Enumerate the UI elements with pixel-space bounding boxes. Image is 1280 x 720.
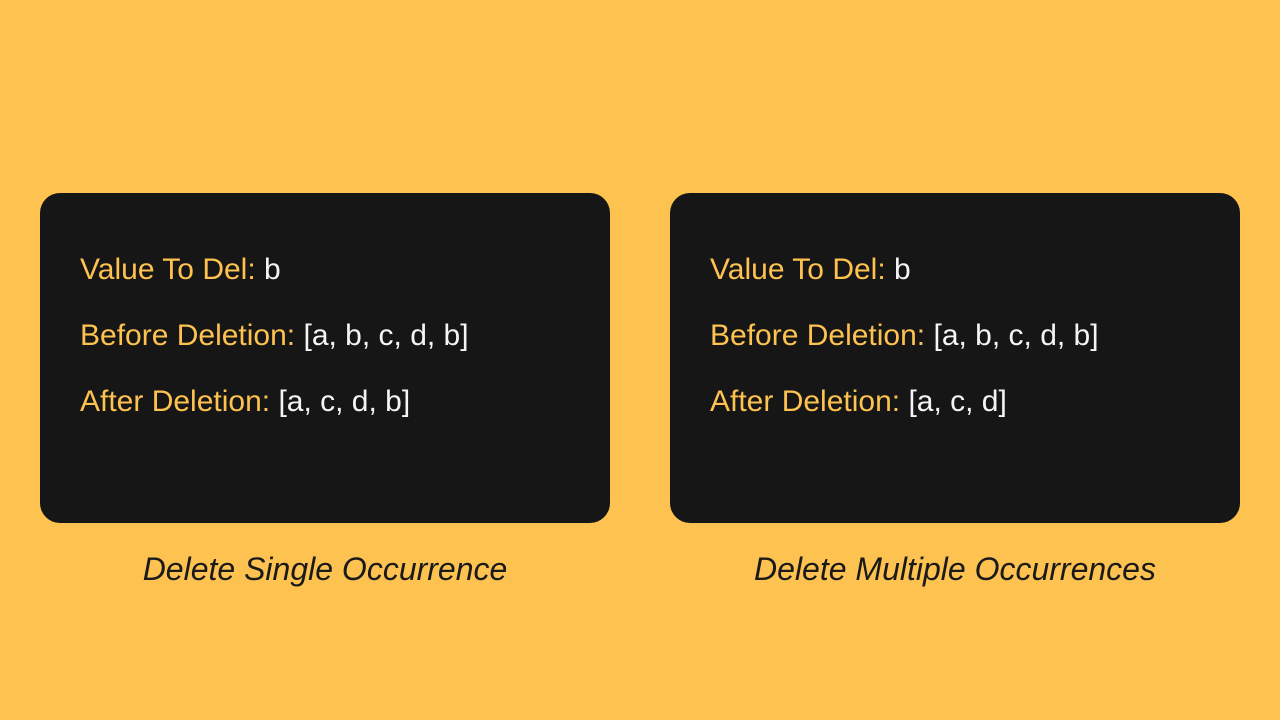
after-deletion-label: After Deletion:	[80, 385, 270, 418]
before-deletion-label: Before Deletion:	[710, 319, 925, 352]
multiple-occurrence-card: Value To Del: b Before Deletion: [a, b, …	[670, 193, 1240, 523]
after-deletion-line: After Deletion: [a, c, d, b]	[80, 385, 570, 419]
right-column: Value To Del: b Before Deletion: [a, b, …	[670, 193, 1240, 588]
value-to-del-value: b	[264, 253, 281, 286]
value-to-del-line: Value To Del: b	[80, 253, 570, 287]
before-deletion-value: [a, b, c, d, b]	[303, 319, 468, 352]
after-deletion-value: [a, c, d]	[908, 385, 1006, 418]
value-to-del-label: Value To Del:	[710, 253, 886, 286]
before-deletion-line: Before Deletion: [a, b, c, d, b]	[710, 319, 1200, 353]
value-to-del-label: Value To Del:	[80, 253, 256, 286]
value-to-del-value: b	[894, 253, 911, 286]
after-deletion-line: After Deletion: [a, c, d]	[710, 385, 1200, 419]
left-caption: Delete Single Occurrence	[143, 551, 508, 588]
right-caption: Delete Multiple Occurrences	[754, 551, 1156, 588]
after-deletion-value: [a, c, d, b]	[278, 385, 410, 418]
before-deletion-label: Before Deletion:	[80, 319, 295, 352]
value-to-del-line: Value To Del: b	[710, 253, 1200, 287]
before-deletion-value: [a, b, c, d, b]	[933, 319, 1098, 352]
left-column: Value To Del: b Before Deletion: [a, b, …	[40, 193, 610, 588]
after-deletion-label: After Deletion:	[710, 385, 900, 418]
before-deletion-line: Before Deletion: [a, b, c, d, b]	[80, 319, 570, 353]
single-occurrence-card: Value To Del: b Before Deletion: [a, b, …	[40, 193, 610, 523]
